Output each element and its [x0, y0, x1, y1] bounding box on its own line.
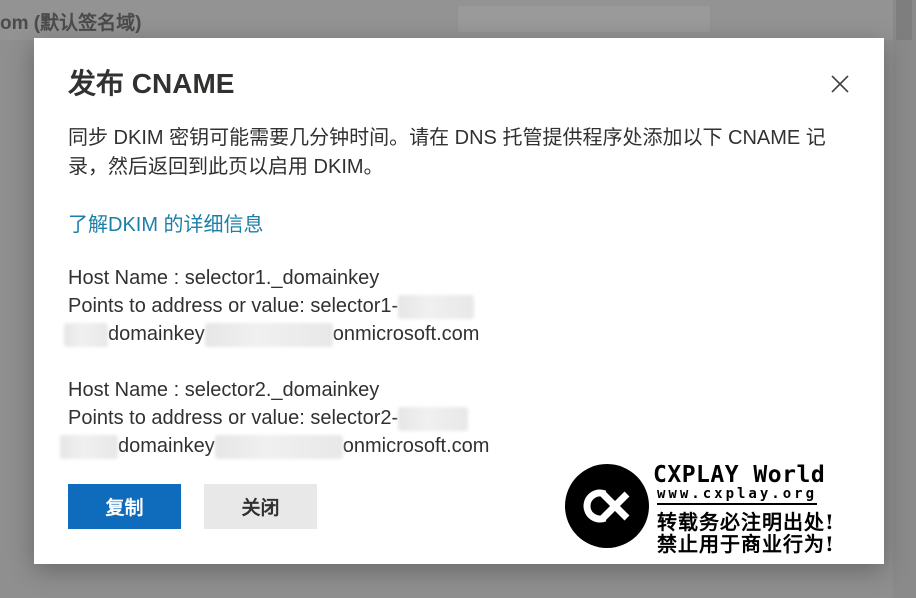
learn-more-dkim-link[interactable]: 了解DKIM 的详细信息	[68, 208, 264, 237]
dialog-description: 同步 DKIM 密钥可能需要几分钟时间。请在 DNS 托管提供程序处添加以下 C…	[68, 127, 826, 178]
background-scrollbar	[893, 0, 916, 598]
cname-record-2: Host Name : selector2._domainkey Points …	[60, 376, 490, 460]
cx-logo-icon	[565, 464, 649, 548]
value-domainkey: domainkey	[108, 323, 205, 345]
value-domain: onmicrosoft.com	[342, 435, 490, 457]
watermark-title: CXPLAY World	[653, 462, 826, 488]
close-dialog-button[interactable]	[824, 68, 856, 100]
watermark: CXPLAY World www.cxplay.org 转载务必注明出处! 禁止…	[565, 462, 867, 556]
watermark-notice-2: 禁止用于商业行为!	[657, 532, 835, 556]
redacted-value	[214, 434, 343, 459]
cname-record-1: Host Name : selector1._domainkey Points …	[64, 264, 480, 348]
points-to-line: Points to address or value: selector2-	[68, 404, 489, 432]
watermark-url: www.cxplay.org	[657, 486, 818, 505]
redacted-value	[204, 322, 333, 347]
host-name-line: Host Name : selector2._domainkey	[68, 376, 489, 404]
host-name-line: Host Name : selector1._domainkey	[68, 264, 479, 292]
background-search-bar	[458, 6, 710, 32]
value-domainkey: domainkey	[118, 435, 215, 457]
background-page-title: om (默认签名域)	[0, 13, 142, 34]
cx-logo-glyph-icon	[583, 489, 630, 523]
redacted-value	[64, 322, 108, 347]
close-button[interactable]: 关闭	[204, 484, 317, 529]
redacted-value	[398, 294, 475, 319]
redacted-value	[398, 406, 469, 431]
host-name: Host Name : selector2._domainkey	[68, 379, 380, 401]
host-name: Host Name : selector1._domainkey	[68, 267, 380, 289]
close-icon	[831, 75, 849, 93]
dialog-title: 发布 CNAME	[68, 68, 235, 99]
value-line: domainkey onmicrosoft.com	[60, 432, 490, 460]
points-to-line: Points to address or value: selector1-	[68, 292, 479, 320]
points-to-label: Points to address or value: selector2-	[68, 407, 399, 429]
points-to-label: Points to address or value: selector1-	[68, 295, 399, 317]
page: om (默认签名域) 发布 CNAME 同步 DKIM 密钥可能需要几分钟时间。…	[0, 0, 916, 598]
redacted-value	[60, 434, 118, 459]
scrollbar-thumb	[896, 0, 912, 40]
copy-button[interactable]: 复制	[68, 484, 181, 529]
value-line: domainkey onmicrosoft.com	[64, 320, 480, 348]
value-domain: onmicrosoft.com	[332, 323, 480, 345]
